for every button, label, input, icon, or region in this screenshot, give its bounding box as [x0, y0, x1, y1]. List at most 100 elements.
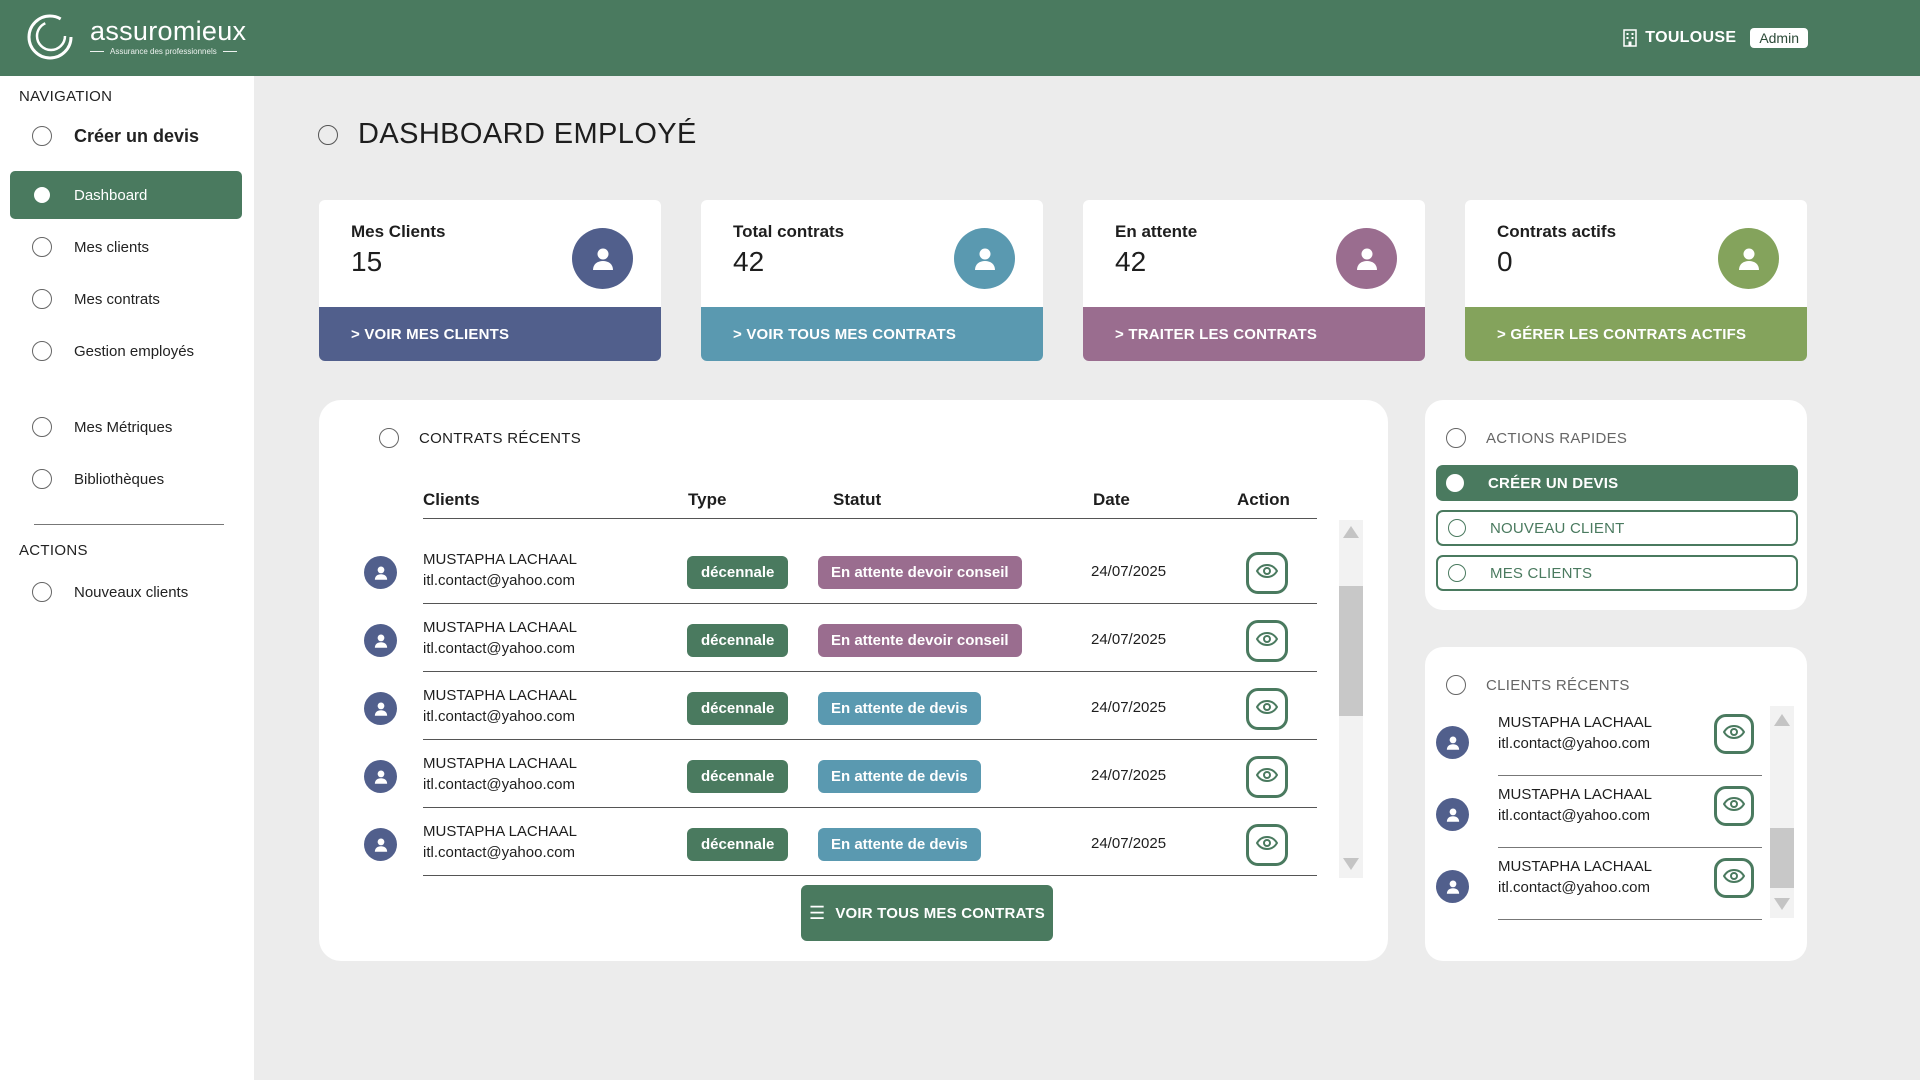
user-icon	[572, 228, 633, 289]
scrollbar-thumb[interactable]	[1339, 586, 1363, 716]
view-contract-button[interactable]	[1246, 552, 1288, 594]
view-clients-link[interactable]: > VOIR MES CLIENTS	[319, 307, 661, 361]
scrollbar-thumb[interactable]	[1770, 828, 1794, 888]
sidebar-item-employee-management[interactable]: Gestion employés	[10, 327, 242, 375]
scroll-up-icon[interactable]	[1343, 526, 1359, 538]
stat-card-value: 0	[1497, 246, 1513, 277]
radio-icon	[32, 341, 52, 361]
status-badge: En attente de devis	[818, 760, 981, 793]
user-icon	[364, 624, 397, 657]
eye-icon	[1255, 767, 1279, 787]
client-email: itl.contact@yahoo.com	[423, 776, 575, 793]
client-email: itl.contact@yahoo.com	[1498, 807, 1650, 824]
contract-date: 24/07/2025	[1091, 767, 1167, 784]
new-client-button[interactable]: NOUVEAU CLIENT	[1436, 510, 1798, 546]
swirl-logo-icon	[26, 13, 74, 61]
client-name: MUSTAPHA LACHAAL	[423, 755, 577, 772]
sidebar-item-metrics[interactable]: Mes Métriques	[10, 403, 242, 451]
stat-card-label: Mes Clients	[351, 222, 446, 241]
sidebar-item-label: Dashboard	[74, 186, 148, 204]
stat-card-active-contracts: Contrats actifs 0 > GÉRER LES CONTRATS A…	[1465, 200, 1807, 361]
scroll-down-icon[interactable]	[1774, 898, 1790, 910]
stat-card-total-contracts: Total contrats 42 > VOIR TOUS MES CONTRA…	[701, 200, 1043, 361]
scroll-up-icon[interactable]	[1774, 714, 1790, 726]
radio-icon	[1448, 519, 1466, 537]
user-icon	[1436, 798, 1469, 831]
view-contract-button[interactable]	[1246, 824, 1288, 866]
list-icon: ☰	[808, 902, 826, 923]
list-item: MUSTAPHA LACHAAL itl.contact@yahoo.com	[1436, 848, 1762, 920]
logo[interactable]: assuromieux Assurance des professionnels	[26, 13, 246, 61]
role-badge: Admin	[1750, 28, 1808, 48]
radio-icon	[1446, 428, 1466, 448]
sidebar-item-label: Créer un devis	[74, 125, 200, 146]
sidebar-item-new-clients[interactable]: Nouveaux clients	[10, 568, 242, 616]
radio-icon	[32, 289, 52, 309]
view-all-contracts-link[interactable]: > VOIR TOUS MES CONTRATS	[701, 307, 1043, 361]
user-icon	[364, 760, 397, 793]
scroll-down-icon[interactable]	[1343, 858, 1359, 870]
eye-icon	[1255, 563, 1279, 583]
sidebar-item-my-contracts[interactable]: Mes contrats	[10, 275, 242, 323]
table-row: MUSTAPHA LACHAAL itl.contact@yahoo.com déc…	[360, 808, 1317, 876]
view-client-button[interactable]	[1714, 786, 1754, 826]
radio-icon	[32, 417, 52, 437]
client-email: itl.contact@yahoo.com	[423, 640, 575, 657]
stat-card-value: 15	[351, 246, 383, 277]
type-badge: décennale	[687, 828, 789, 861]
contract-date: 24/07/2025	[1091, 699, 1167, 716]
radio-icon	[32, 237, 52, 257]
client-name: MUSTAPHA LACHAAL	[1498, 786, 1652, 803]
table-row: MUSTAPHA LACHAAL itl.contact@yahoo.com déc…	[360, 672, 1317, 740]
radio-icon	[318, 124, 338, 145]
client-email: itl.contact@yahoo.com	[1498, 735, 1650, 752]
top-bar: assuromieux Assurance des professionnels…	[0, 0, 1920, 76]
column-header-status: Statut	[833, 490, 882, 509]
radio-icon	[32, 469, 52, 489]
building-icon	[1623, 29, 1638, 47]
agency-city: TOULOUSE	[1645, 29, 1737, 46]
create-quote-button[interactable]: CRÉER UN DEVIS	[1436, 465, 1798, 501]
actions-section-title: ACTIONS	[19, 542, 88, 559]
contract-date: 24/07/2025	[1091, 631, 1167, 648]
process-contracts-link[interactable]: > TRAITER LES CONTRATS	[1083, 307, 1425, 361]
panel-title: CONTRATS RÉCENTS	[419, 429, 582, 447]
user-icon	[1718, 228, 1779, 289]
client-name: MUSTAPHA LACHAAL	[423, 551, 577, 568]
panel-title: ACTIONS RAPIDES	[1486, 429, 1628, 447]
view-client-button[interactable]	[1714, 714, 1754, 754]
eye-icon	[1255, 699, 1279, 719]
view-contract-button[interactable]	[1246, 756, 1288, 798]
client-name: MUSTAPHA LACHAAL	[423, 687, 577, 704]
status-badge: En attente de devis	[818, 692, 981, 725]
sidebar-item-libraries[interactable]: Bibliothèques	[10, 455, 242, 503]
radio-icon	[379, 428, 399, 448]
user-icon	[1436, 870, 1469, 903]
sidebar-item-my-clients[interactable]: Mes clients	[10, 223, 242, 271]
my-clients-button[interactable]: MES CLIENTS	[1436, 555, 1798, 591]
view-client-button[interactable]	[1714, 858, 1754, 898]
row-divider	[1498, 918, 1762, 920]
sidebar-item-dashboard[interactable]: Dashboard	[10, 171, 242, 219]
eye-icon	[1255, 631, 1279, 651]
radio-icon	[1448, 564, 1466, 582]
radio-icon	[1446, 675, 1466, 695]
client-name: MUSTAPHA LACHAAL	[1498, 714, 1652, 731]
button-label: CRÉER UN DEVIS	[1488, 474, 1619, 492]
client-email: itl.contact@yahoo.com	[423, 708, 575, 725]
sidebar-item-create-quote[interactable]: Créer un devis	[10, 112, 242, 160]
eye-icon	[1722, 724, 1746, 744]
logo-tagline: Assurance des professionnels	[90, 46, 246, 58]
user-icon	[1336, 228, 1397, 289]
nav-section-title: NAVIGATION	[19, 88, 113, 105]
stat-card-label: En attente	[1115, 222, 1198, 241]
client-name: MUSTAPHA LACHAAL	[1498, 858, 1652, 875]
type-badge: décennale	[687, 624, 789, 657]
view-all-contracts-button[interactable]: ☰ VOIR TOUS MES CONTRATS	[801, 885, 1053, 941]
user-icon	[364, 692, 397, 725]
client-email: itl.contact@yahoo.com	[1498, 879, 1650, 896]
view-contract-button[interactable]	[1246, 620, 1288, 662]
view-contract-button[interactable]	[1246, 688, 1288, 730]
column-header-date: Date	[1093, 490, 1130, 509]
manage-active-contracts-link[interactable]: > GÉRER LES CONTRATS ACTIFS	[1465, 307, 1807, 361]
